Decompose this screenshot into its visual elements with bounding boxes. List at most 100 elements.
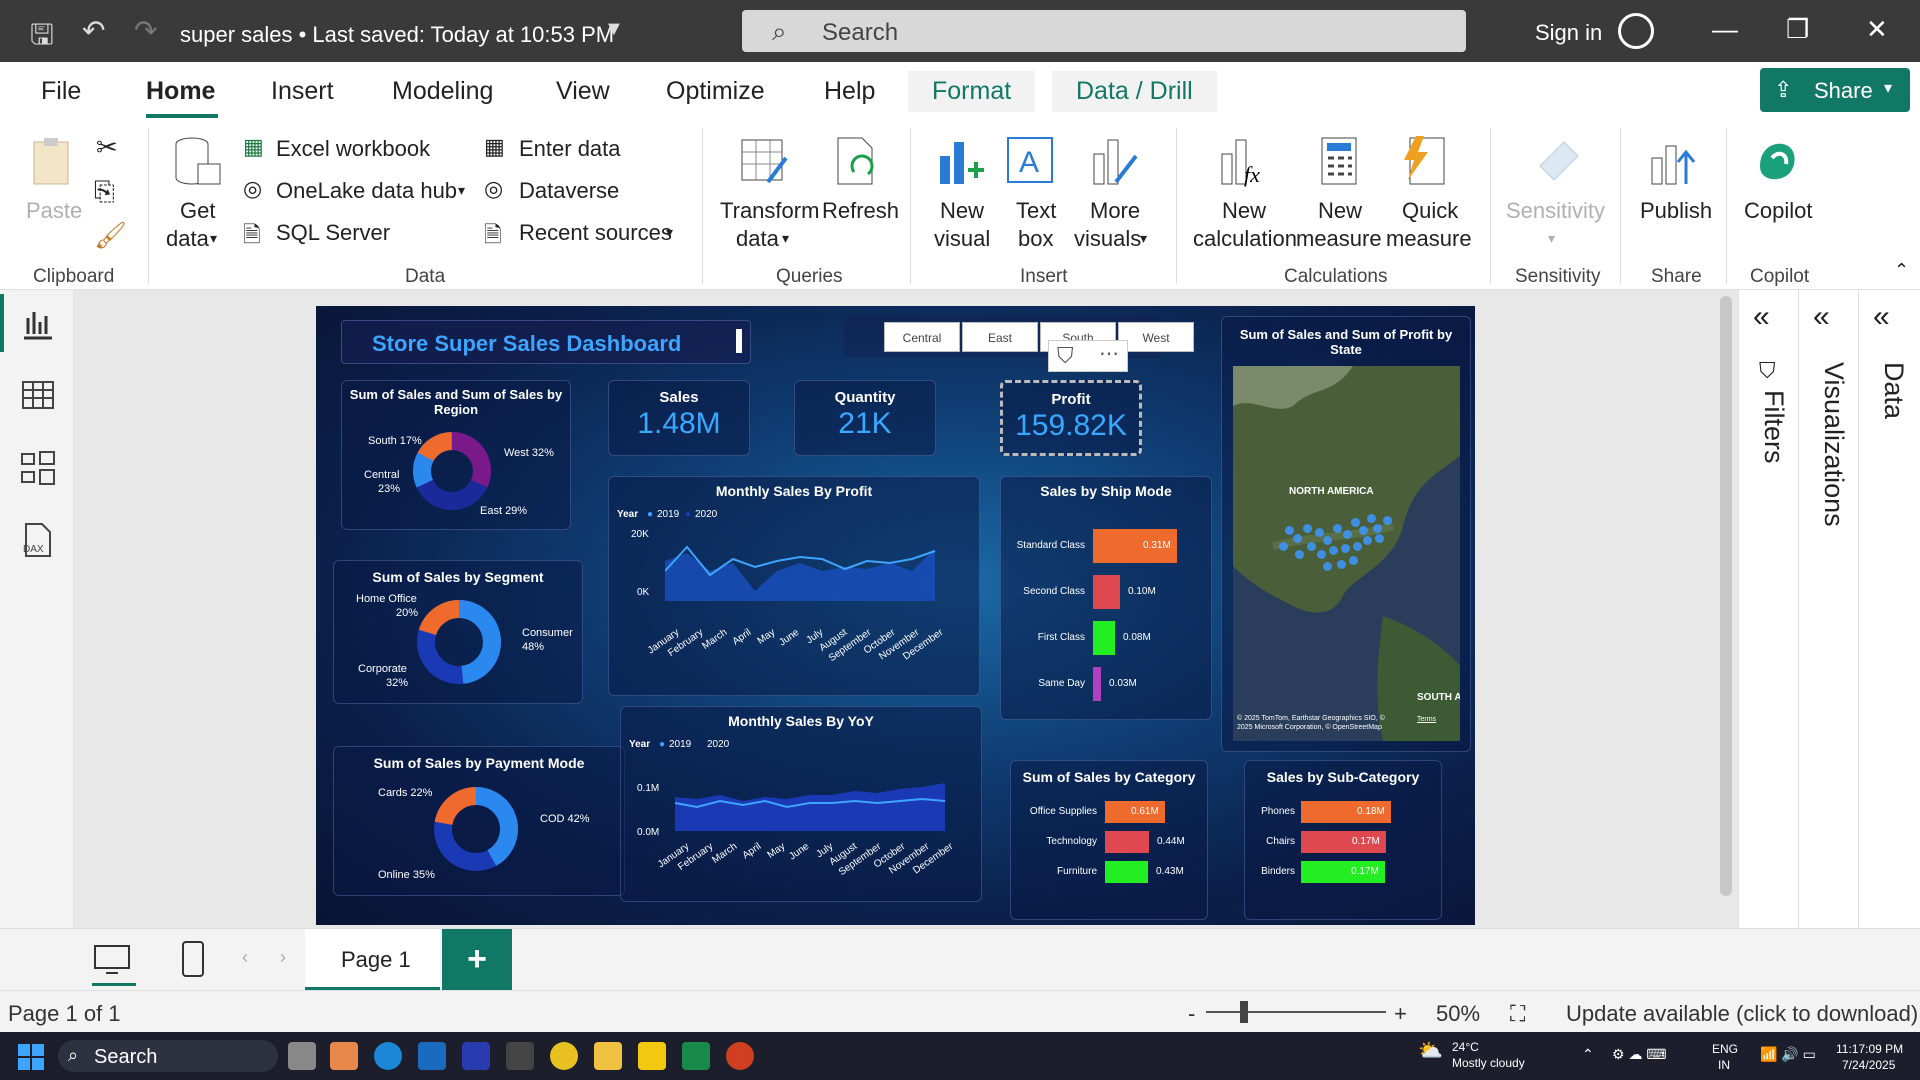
quick-measure-label2[interactable]: measure <box>1386 226 1472 252</box>
l-app-icon[interactable] <box>462 1042 490 1070</box>
dax-query-view-icon[interactable]: DAX <box>20 522 56 558</box>
map-bubble[interactable] <box>1353 542 1362 551</box>
edge-icon[interactable] <box>374 1042 402 1070</box>
dataverse-button[interactable]: Dataverse <box>519 178 619 204</box>
format-painter-icon[interactable]: 🖌 <box>94 220 127 251</box>
map-bubble[interactable] <box>1315 528 1324 537</box>
next-page-icon[interactable]: › <box>280 947 286 968</box>
visualizations-pane[interactable]: « Visualizations <box>1799 290 1859 988</box>
report-view-icon[interactable] <box>20 306 56 342</box>
map-bubble[interactable] <box>1333 524 1342 533</box>
minimize-icon[interactable]: — <box>1712 14 1738 45</box>
zoom-out-button[interactable]: - <box>1188 1001 1195 1027</box>
sensitivity-button[interactable]: Sensitivity <box>1506 198 1605 224</box>
bar[interactable] <box>1105 861 1148 883</box>
zoom-slider-thumb[interactable] <box>1240 1001 1248 1023</box>
paste-button[interactable]: Paste <box>26 198 82 224</box>
kpi-card-quantity[interactable]: Quantity 21K <box>794 380 936 456</box>
new-calculation-button[interactable]: New <box>1222 198 1266 224</box>
language-region[interactable]: IN <box>1718 1058 1730 1072</box>
report-page[interactable]: Store Super Sales Dashboard Central East… <box>316 306 1475 925</box>
map-bubble[interactable] <box>1363 536 1372 545</box>
search-input[interactable]: ⌕ Search <box>742 10 1466 52</box>
whatsapp-icon[interactable] <box>682 1042 710 1070</box>
map-bubble[interactable] <box>1323 536 1332 545</box>
more-options-icon[interactable]: ⋯ <box>1099 341 1119 366</box>
tab-file[interactable]: File <box>41 77 81 106</box>
fit-to-page-icon[interactable]: ⛶ <box>1510 1001 1525 1027</box>
segment-donut-card[interactable]: Sum of Sales by Segment Home Office 20% … <box>333 560 583 704</box>
save-icon[interactable]: 🖫 <box>30 14 54 62</box>
map-bubble[interactable] <box>1341 544 1350 553</box>
kpi-card-sales[interactable]: Sales 1.48M <box>608 380 750 456</box>
region-donut-card[interactable]: Sum of Sales and Sum of Sales by Region … <box>341 380 571 530</box>
bar[interactable] <box>1105 831 1149 853</box>
subcategory-chart-card[interactable]: Sales by Sub-Category Phones 0.18M Chairs 0… <box>1244 760 1442 920</box>
document-title[interactable]: super sales • Last saved: Today at 10:53… <box>180 22 614 48</box>
filter-icon[interactable]: ⛉ <box>1057 343 1074 369</box>
update-available-link[interactable]: Update available (click to download) <box>1566 1001 1918 1027</box>
add-page-button[interactable]: + <box>442 929 512 991</box>
page-tab-1[interactable]: Page 1 <box>305 929 440 991</box>
powerpoint-icon[interactable] <box>726 1042 754 1070</box>
close-icon[interactable]: ✕ <box>1866 14 1888 45</box>
map-bubble[interactable] <box>1293 534 1302 543</box>
map-bubble[interactable] <box>1367 514 1376 523</box>
new-measure-label2[interactable]: measure <box>1296 226 1382 252</box>
taskbar-search[interactable]: ⌕ Search <box>58 1040 278 1072</box>
share-button[interactable]: ⇪ Share ▾ <box>1760 68 1910 112</box>
sign-in-link[interactable]: Sign in <box>1535 20 1602 46</box>
expand-filters-icon[interactable]: « <box>1753 300 1770 334</box>
copy-icon[interactable]: ⎘ <box>94 176 115 208</box>
monthly-yoy-chart-card[interactable]: Monthly Sales By YoY Year ● 2019 2020 0.… <box>620 706 982 902</box>
undo-icon[interactable]: ↶ <box>82 14 105 47</box>
payment-donut-card[interactable]: Sum of Sales by Payment Mode Cards 22% C… <box>333 746 625 896</box>
tab-modeling[interactable]: Modeling <box>392 77 493 106</box>
redo-icon[interactable]: ↷ <box>134 14 157 47</box>
monthly-yoy-area-chart[interactable] <box>675 779 975 839</box>
monthly-profit-line-chart[interactable] <box>665 541 965 611</box>
mobile-layout-icon[interactable] <box>180 939 206 979</box>
prev-page-icon[interactable]: ‹ <box>242 947 248 968</box>
language-code[interactable]: ENG <box>1712 1042 1738 1056</box>
bar[interactable] <box>1093 575 1120 609</box>
monthly-profit-chart-card[interactable]: Monthly Sales By Profit Year ● 2019 ● 20… <box>608 476 980 696</box>
chrome-icon[interactable] <box>550 1042 578 1070</box>
filters-pane[interactable]: « ⛉ Filters <box>1739 290 1799 988</box>
enter-data-button[interactable]: Enter data <box>519 136 621 162</box>
expand-visualizations-icon[interactable]: « <box>1813 300 1830 334</box>
slicer-central[interactable]: Central <box>884 322 960 352</box>
payment-donut[interactable] <box>430 783 522 875</box>
tab-home[interactable]: Home <box>146 77 215 106</box>
map-bubble[interactable] <box>1359 526 1368 535</box>
copilot-button[interactable]: Copilot <box>1744 198 1812 224</box>
get-data-label2[interactable]: data <box>166 226 209 252</box>
zoom-level[interactable]: 50% <box>1436 1001 1480 1027</box>
tab-view[interactable]: View <box>556 77 610 106</box>
map-bubble[interactable] <box>1383 516 1392 525</box>
cut-icon[interactable]: ✂ <box>96 132 118 163</box>
network-volume-battery-icons[interactable]: 📶 🔊 ▭ <box>1760 1046 1816 1063</box>
text-box-button[interactable]: Text <box>1016 198 1056 224</box>
map-bubble[interactable] <box>1317 550 1326 559</box>
bar[interactable] <box>1093 621 1115 655</box>
data-pane[interactable]: « Data <box>1859 290 1919 988</box>
recent-sources-button[interactable]: Recent sources <box>519 220 672 246</box>
tab-insert[interactable]: Insert <box>271 77 334 106</box>
map-bubble[interactable] <box>1351 518 1360 527</box>
title-dropdown-icon[interactable]: ▼ <box>604 18 624 41</box>
slicer-east[interactable]: East <box>962 322 1038 352</box>
zoom-in-button[interactable]: + <box>1394 1001 1407 1027</box>
windows-start-icon[interactable] <box>18 1044 44 1070</box>
map-bubble[interactable] <box>1285 526 1294 535</box>
publish-button[interactable]: Publish <box>1640 198 1712 224</box>
map-bubble[interactable] <box>1303 524 1312 533</box>
excel-workbook-button[interactable]: Excel workbook <box>276 136 430 162</box>
clock-date[interactable]: 7/24/2025 <box>1842 1058 1895 1072</box>
bar[interactable] <box>1093 667 1101 701</box>
desktop-layout-icon[interactable] <box>92 943 132 979</box>
tray-icons[interactable]: ⚙ ☁ ⌨ <box>1612 1046 1667 1063</box>
restore-icon[interactable]: ❐ <box>1786 14 1809 45</box>
segment-donut[interactable] <box>414 597 504 687</box>
map-bubble[interactable] <box>1307 542 1316 551</box>
